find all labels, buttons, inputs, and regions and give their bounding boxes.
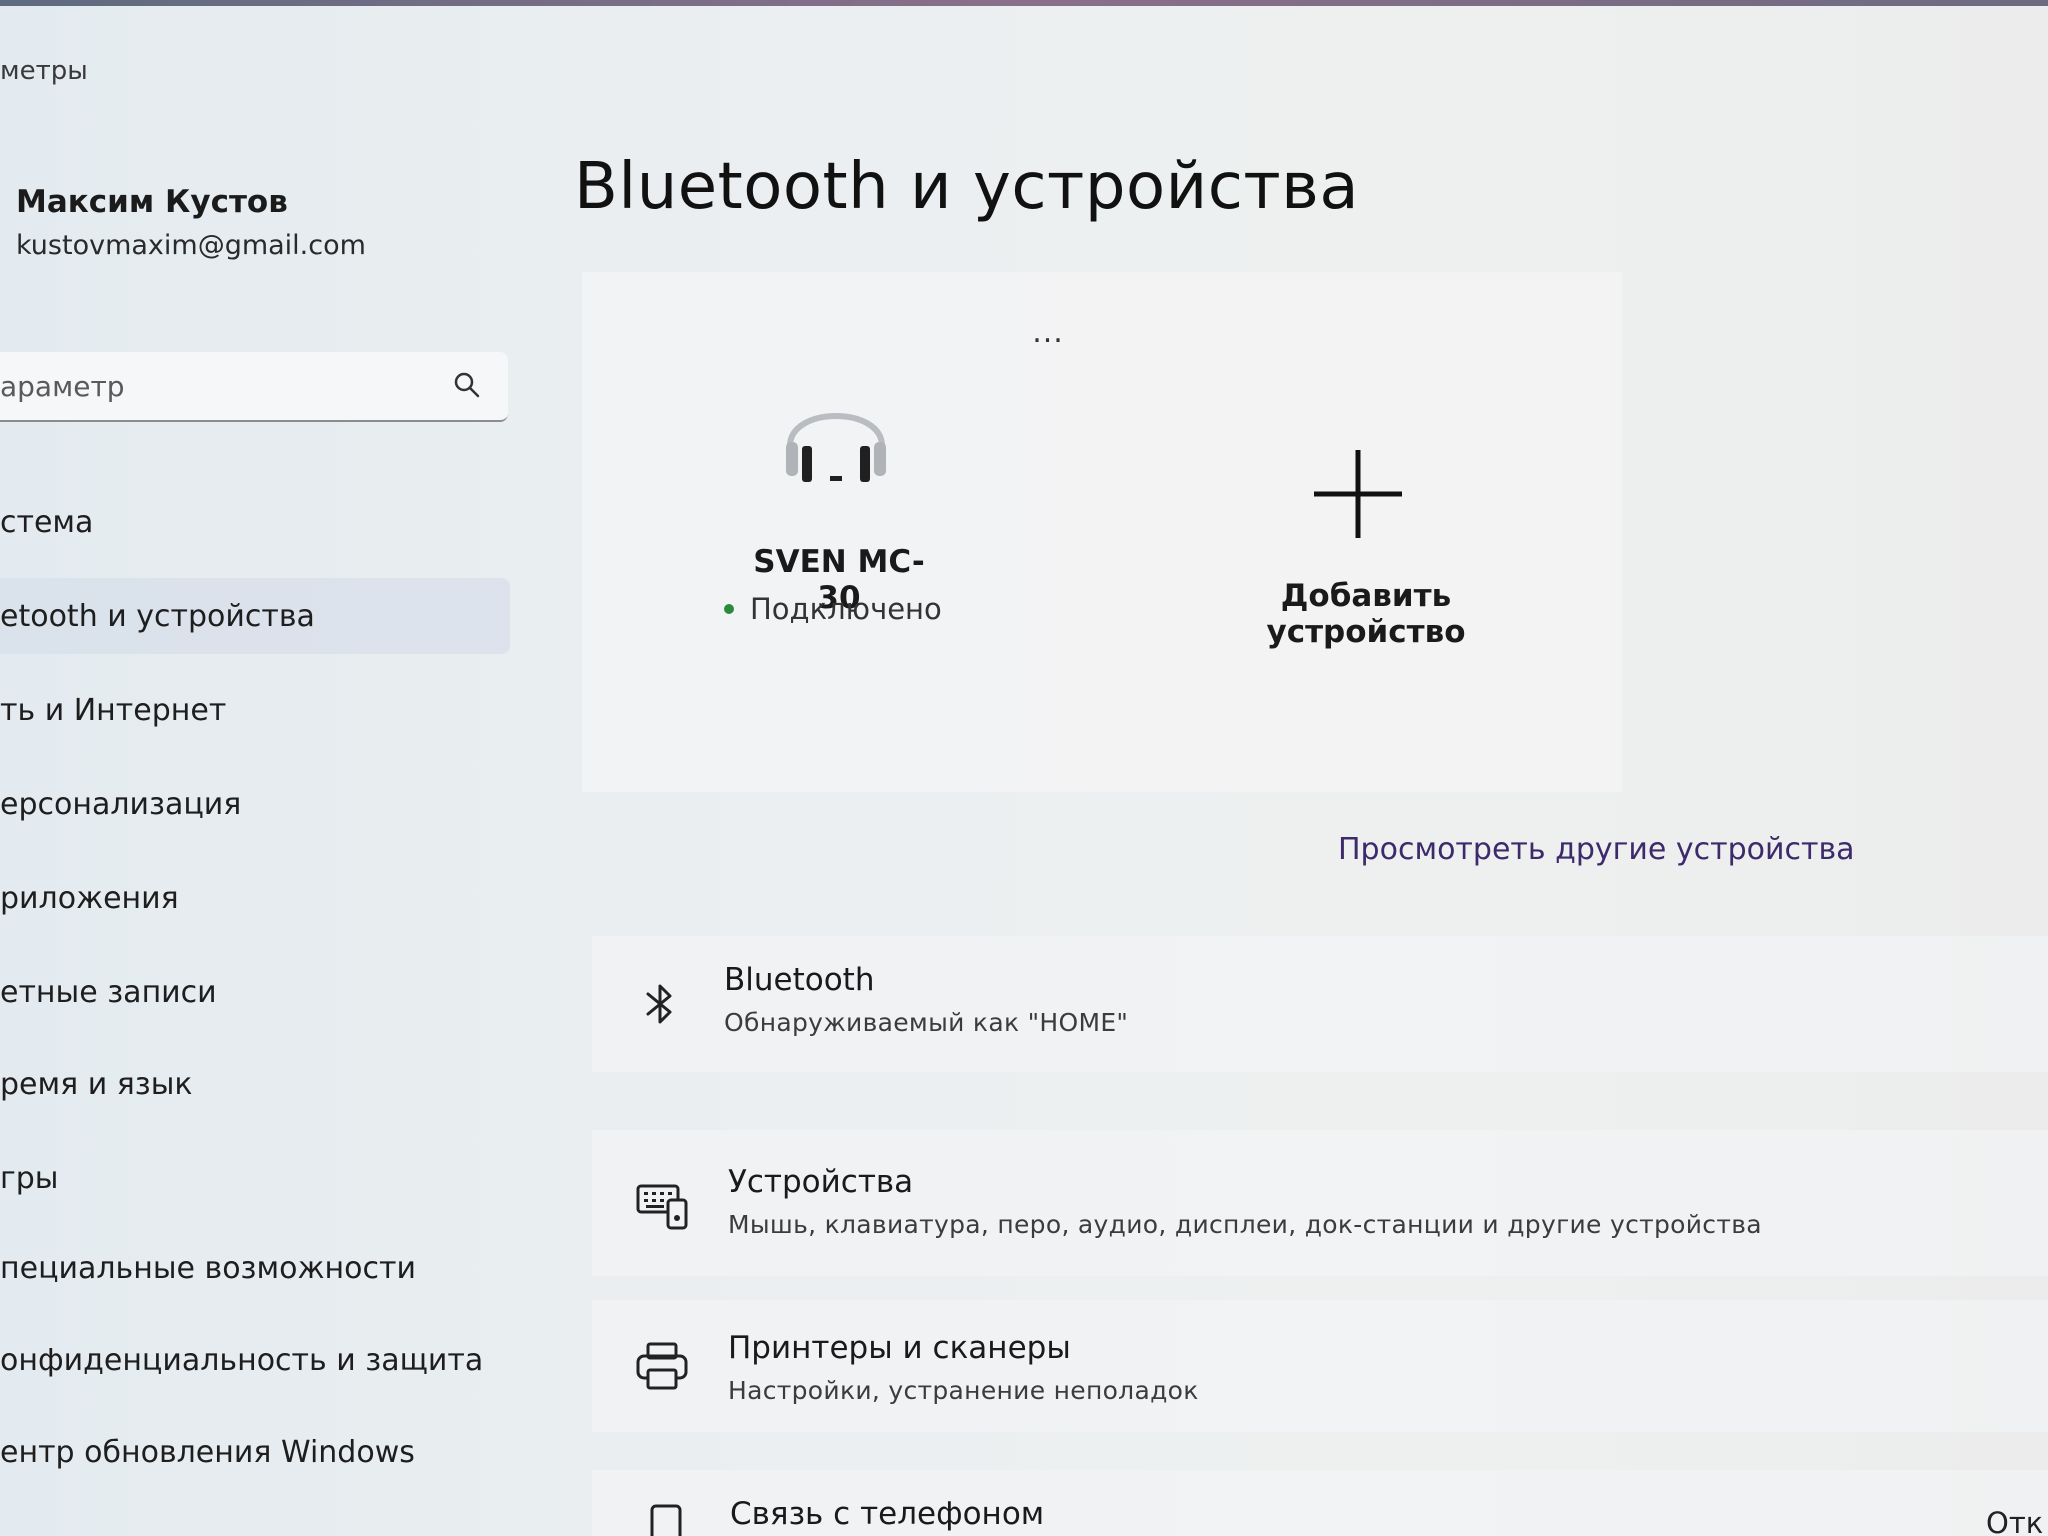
- sidebar-item-label: пециальные возможности: [0, 1250, 416, 1286]
- window-top-strip: [0, 0, 2048, 6]
- phone-link-row-title: Связь с телефоном: [730, 1496, 1045, 1532]
- sidebar-item-apps[interactable]: риложения: [0, 860, 510, 936]
- search-input[interactable]: [0, 366, 420, 406]
- sidebar-item-network[interactable]: ть и Интернет: [0, 672, 510, 748]
- devices-settings-row[interactable]: Устройства Мышь, клавиатура, перо, аудио…: [592, 1130, 2048, 1276]
- sidebar-item-bluetooth-devices[interactable]: etooth и устройства: [0, 578, 510, 654]
- view-more-devices-link[interactable]: Просмотреть другие устройства: [1338, 832, 1855, 867]
- page-title: Bluetooth и устройства: [574, 150, 1360, 224]
- search-box[interactable]: [0, 352, 508, 422]
- device-status: Подключено: [724, 592, 942, 626]
- sidebar-item-label: гры: [0, 1160, 59, 1196]
- sidebar-item-label: ерсонализация: [0, 786, 242, 822]
- devices-icon: [636, 1184, 688, 1230]
- sidebar-item-label: риложения: [0, 880, 179, 916]
- bluetooth-icon: [646, 984, 672, 1024]
- phone-link-settings-row[interactable]: Связь с телефоном: [592, 1470, 2048, 1536]
- sidebar-item-accounts[interactable]: етные записи: [0, 954, 510, 1030]
- sidebar-item-label: etooth и устройства: [0, 598, 315, 634]
- headphones-icon[interactable]: [776, 376, 896, 496]
- app-title: метры: [0, 56, 88, 86]
- sidebar-item-label: ремя и язык: [0, 1066, 193, 1102]
- search-icon[interactable]: [452, 370, 482, 400]
- devices-row-title: Устройства: [728, 1164, 914, 1200]
- printer-icon: [636, 1342, 688, 1390]
- add-device-button[interactable]: Добавить устройство: [1196, 578, 1536, 650]
- sidebar-item-accessibility[interactable]: пециальные возможности: [0, 1230, 510, 1306]
- sidebar-item-label: ентр обновления Windows: [0, 1434, 415, 1470]
- profile-name[interactable]: Максим Кустов: [16, 184, 288, 220]
- status-dot-icon: [724, 604, 734, 614]
- devices-row-subtitle: Мышь, клавиатура, перо, аудио, дисплеи, …: [728, 1210, 1762, 1239]
- devices-card: [582, 272, 1622, 792]
- sidebar-item-privacy[interactable]: онфиденциальность и защита: [0, 1322, 510, 1398]
- sidebar-item-label: етные записи: [0, 974, 217, 1010]
- printers-row-title: Принтеры и сканеры: [728, 1330, 1071, 1366]
- sidebar-item-personalization[interactable]: ерсонализация: [0, 766, 510, 842]
- printers-settings-row[interactable]: Принтеры и сканеры Настройки, устранение…: [592, 1300, 2048, 1432]
- printers-row-subtitle: Настройки, устранение неполадок: [728, 1376, 1199, 1405]
- bluetooth-settings-row[interactable]: Bluetooth Обнаруживаемый как "HOME": [592, 936, 2048, 1072]
- device-status-label: Подключено: [750, 592, 942, 626]
- sidebar-item-label: стема: [0, 504, 94, 540]
- sidebar-item-label: онфиденциальность и защита: [0, 1342, 484, 1378]
- bluetooth-row-subtitle: Обнаруживаемый как "HOME": [724, 1008, 1129, 1037]
- sidebar-item-time-language[interactable]: ремя и язык: [0, 1046, 510, 1122]
- sidebar-item-label: ть и Интернет: [0, 692, 227, 728]
- sidebar-item-windows-update[interactable]: ентр обновления Windows: [0, 1414, 510, 1490]
- phone-icon: [650, 1504, 682, 1536]
- bluetooth-row-title: Bluetooth: [724, 962, 875, 998]
- profile-email: kustovmaxim@gmail.com: [16, 230, 366, 261]
- plus-icon[interactable]: [1310, 446, 1406, 542]
- phone-link-toggle-label[interactable]: Отк: [1986, 1506, 2043, 1536]
- settings-window: метры Максим Кустов kustovmaxim@gmail.co…: [0, 0, 2048, 1536]
- more-options-button[interactable]: ...: [1028, 312, 1068, 352]
- sidebar-item-gaming[interactable]: гры: [0, 1140, 510, 1216]
- sidebar-item-system[interactable]: стема: [0, 484, 510, 560]
